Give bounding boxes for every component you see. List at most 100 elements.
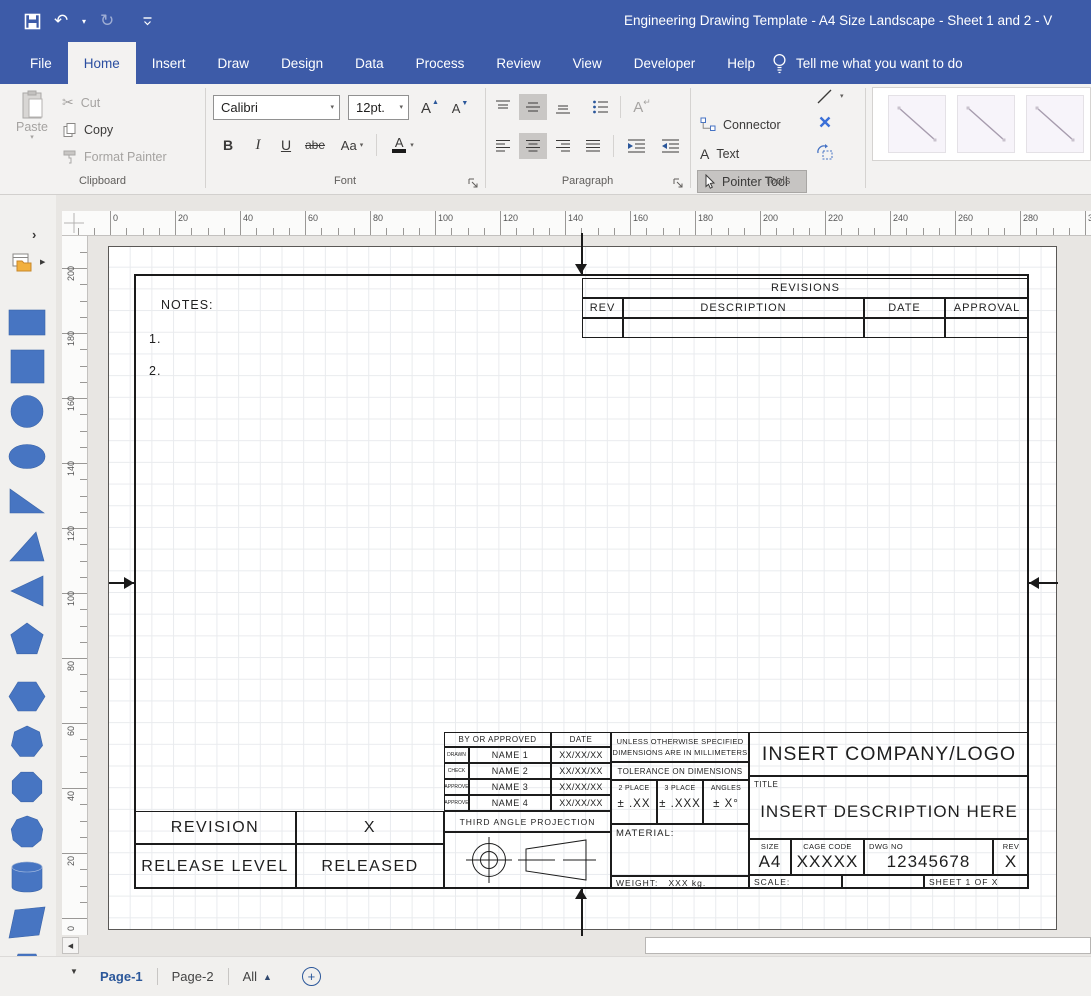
shrink-font-button[interactable]: A▼ — [446, 95, 474, 121]
customize-quick-access-button[interactable] — [142, 0, 153, 42]
approval-name[interactable]: NAME 3 — [469, 779, 551, 795]
shape-rectangle[interactable] — [7, 304, 47, 340]
save-button[interactable] — [24, 0, 41, 42]
increase-indent-button[interactable] — [654, 133, 686, 159]
all-pages-button[interactable]: All▲ — [229, 969, 286, 984]
decrease-indent-button[interactable] — [620, 133, 652, 159]
approval-name[interactable]: NAME 1 — [469, 747, 551, 763]
tab-design[interactable]: Design — [265, 42, 339, 84]
italic-button[interactable]: I — [244, 132, 272, 158]
approval-date[interactable]: XX/XX/XX — [551, 763, 611, 779]
revisions-empty-cell[interactable] — [864, 318, 945, 338]
shape-triangle[interactable] — [7, 529, 47, 565]
note-item[interactable]: 2. — [149, 364, 161, 378]
grow-font-button[interactable]: A▲ — [416, 95, 444, 121]
approval-date[interactable]: XX/XX/XX — [551, 747, 611, 763]
shape-style-thumb-2[interactable] — [957, 95, 1015, 153]
undo-dropdown[interactable]: ▾ — [82, 0, 86, 42]
third-angle-block[interactable]: THIRD ANGLE PROJECTION — [444, 811, 611, 889]
shape-heptagon[interactable] — [7, 724, 47, 760]
underline-button[interactable]: U — [272, 132, 300, 158]
stencil-flyout-icon[interactable]: ▶ — [40, 258, 45, 266]
horizontal-scrollbar[interactable]: ◀ — [56, 936, 1091, 956]
shape-hexagon[interactable] — [7, 679, 47, 715]
tolerance-block[interactable]: UNLESS OTHERWISE SPECIFIED DIMENSIONS AR… — [611, 732, 749, 889]
revisions-empty-cell[interactable] — [582, 318, 623, 338]
tab-process[interactable]: Process — [400, 42, 481, 84]
font-dialog-launcher-icon[interactable] — [466, 176, 480, 190]
tab-help[interactable]: Help — [711, 42, 771, 84]
tab-home[interactable]: Home — [68, 42, 136, 84]
shape-square[interactable] — [7, 349, 47, 385]
bullets-button[interactable] — [586, 94, 614, 120]
scrollbar-thumb[interactable] — [645, 937, 1091, 954]
rotate-text-button[interactable]: A↵ — [628, 94, 656, 120]
connector-button[interactable]: Connector — [700, 117, 781, 132]
text-tool-button[interactable]: A Text — [700, 146, 739, 162]
company-block[interactable]: INSERT COMPANY/LOGO TITLE INSERT DESCRIP… — [749, 732, 1029, 889]
align-middle-button[interactable] — [519, 94, 547, 120]
font-color-button[interactable]: A ▾ — [386, 132, 420, 158]
paragraph-dialog-launcher-icon[interactable] — [671, 176, 685, 190]
shape-ellipse[interactable] — [7, 439, 47, 475]
drawing-page[interactable]: NOTES: 1. 2. REVISIONS REVDESCRIPTIONDATE… — [108, 246, 1057, 930]
approval-date[interactable]: XX/XX/XX — [551, 795, 611, 811]
approvals-table[interactable]: BY OR APPROVED DATE DRAWNNAME 1XX/XX/XXC… — [444, 732, 611, 811]
page-tab-page-1[interactable]: Page-1 — [86, 957, 157, 996]
format-painter-button[interactable]: Format Painter — [62, 150, 167, 164]
shape-octagon[interactable] — [7, 769, 47, 805]
revisions-table[interactable]: REVISIONS REVDESCRIPTIONDATEAPPROVAL — [582, 278, 1029, 338]
tab-file[interactable]: File — [14, 42, 68, 84]
stencil-scroll-down-icon[interactable]: ▼ — [70, 967, 78, 976]
tab-developer[interactable]: Developer — [618, 42, 712, 84]
redo-button[interactable]: ↻ — [100, 0, 114, 42]
undo-button[interactable]: ↶ — [54, 0, 68, 42]
release-level-table[interactable]: REVISIONXRELEASE LEVELRELEASED — [134, 811, 444, 889]
shape-nonagon[interactable] — [7, 814, 47, 850]
bold-button[interactable]: B — [214, 132, 242, 158]
approval-date[interactable]: XX/XX/XX — [551, 779, 611, 795]
shape-circle[interactable] — [7, 394, 47, 430]
revisions-empty-cell[interactable] — [945, 318, 1029, 338]
shape-pentagon[interactable] — [7, 622, 47, 658]
align-left-button[interactable] — [489, 133, 517, 159]
shape-style-thumb-1[interactable] — [888, 95, 946, 153]
add-page-button[interactable]: + — [302, 967, 321, 986]
rotate-shape-button[interactable] — [816, 144, 834, 161]
notes-title[interactable]: NOTES: — [161, 298, 214, 312]
font-size-select[interactable]: 12pt.▾ — [348, 95, 409, 120]
tab-draw[interactable]: Draw — [202, 42, 266, 84]
tell-me-box[interactable]: Tell me what you want to do — [772, 42, 963, 84]
paste-button[interactable]: Paste ▾ — [8, 90, 56, 170]
release-label-cell[interactable]: RELEASE LEVEL — [134, 844, 296, 889]
change-case-button[interactable]: Aa▾ — [334, 132, 370, 158]
tab-data[interactable]: Data — [339, 42, 400, 84]
approval-name[interactable]: NAME 2 — [469, 763, 551, 779]
release-value-cell[interactable]: X — [296, 811, 444, 844]
shape-cylinder[interactable] — [7, 859, 47, 895]
release-value-cell[interactable]: RELEASED — [296, 844, 444, 889]
tab-review[interactable]: Review — [480, 42, 556, 84]
align-bottom-button[interactable] — [549, 94, 577, 120]
line-tool-button[interactable]: ▾ — [816, 88, 844, 105]
copy-button[interactable]: Copy — [62, 122, 113, 138]
strikethrough-button[interactable]: abe — [300, 132, 330, 158]
stencil-button[interactable] — [12, 253, 36, 273]
align-center-button[interactable] — [519, 133, 547, 159]
align-top-button[interactable] — [489, 94, 517, 120]
align-right-button[interactable] — [549, 133, 577, 159]
drawing-canvas[interactable]: 0204060801001201401601802002202402602803… — [56, 195, 1091, 936]
release-label-cell[interactable]: REVISION — [134, 811, 296, 844]
tab-insert[interactable]: Insert — [136, 42, 202, 84]
font-family-select[interactable]: Calibri▾ — [213, 95, 340, 120]
expand-shapes-panel-icon[interactable]: › — [32, 227, 36, 242]
revisions-empty-cell[interactable] — [623, 318, 864, 338]
tab-view[interactable]: View — [557, 42, 618, 84]
shape-style-thumb-3[interactable] — [1026, 95, 1084, 153]
note-item[interactable]: 1. — [149, 332, 161, 346]
shape-right-triangle[interactable] — [7, 484, 47, 520]
shape-left-triangle[interactable] — [7, 574, 47, 610]
scroll-left-button[interactable]: ◀ — [62, 937, 79, 954]
justify-button[interactable] — [579, 133, 607, 159]
approval-name[interactable]: NAME 4 — [469, 795, 551, 811]
